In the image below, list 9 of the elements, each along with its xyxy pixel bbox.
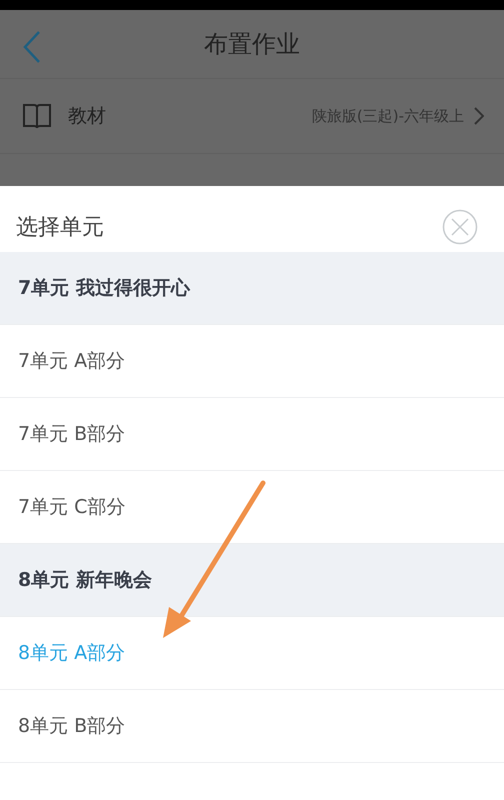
chevron-right-icon [474, 107, 484, 125]
unit-header: 8单元 新年晚会 [0, 544, 504, 617]
close-button[interactable] [442, 209, 478, 245]
back-icon[interactable] [22, 30, 42, 64]
sheet-title: 选择单元 [16, 214, 104, 242]
unit-header: 7单元 我过得很开心 [0, 252, 504, 325]
page-title: 布置作业 [204, 29, 300, 60]
setting-label: 教材 [68, 104, 107, 129]
book-icon [22, 102, 52, 130]
